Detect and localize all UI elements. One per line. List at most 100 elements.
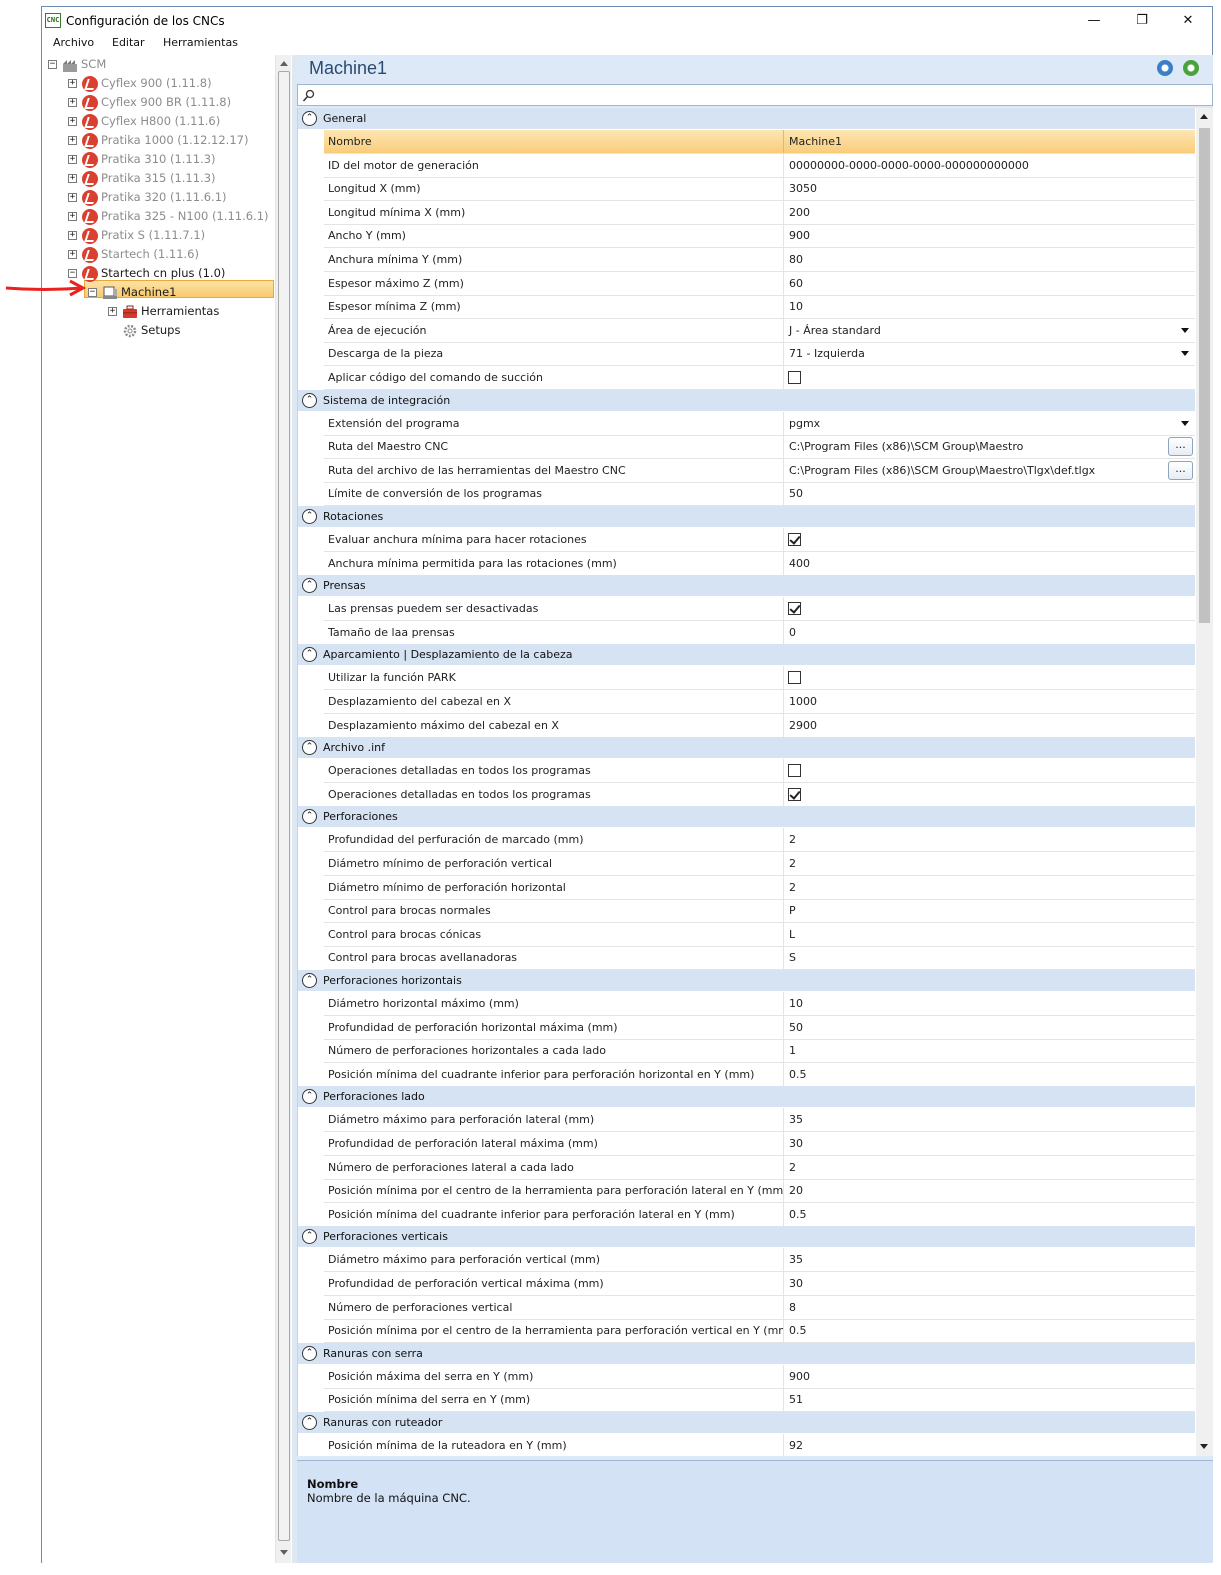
property-checkbox[interactable]: [788, 602, 801, 616]
property-row[interactable]: ID del motor de generación 00000000-0000-…: [324, 153, 1195, 178]
property-value[interactable]: 51: [783, 1388, 1195, 1412]
menu-archivo[interactable]: Archivo: [53, 36, 94, 49]
property-row[interactable]: Anchura mínima Y (mm) 80: [324, 248, 1195, 272]
property-value[interactable]: [783, 782, 1195, 806]
category-header[interactable]: ⌃ Perforaciones horizontais: [298, 970, 1195, 991]
property-row[interactable]: Ruta del Maestro CNC C:\Program Files (x8…: [324, 435, 1195, 460]
menu-editar[interactable]: Editar: [112, 36, 145, 49]
property-value[interactable]: 30: [783, 1272, 1195, 1295]
dropdown-arrow-icon[interactable]: [1181, 327, 1189, 333]
dropdown-arrow-icon[interactable]: [1181, 420, 1189, 426]
collapse-chevron-icon[interactable]: ⌃: [302, 578, 317, 594]
expand-toggle-icon[interactable]: +: [68, 117, 77, 126]
collapse-chevron-icon[interactable]: ⌃: [302, 740, 317, 756]
property-value[interactable]: 2900: [783, 713, 1195, 737]
property-value[interactable]: 10: [783, 992, 1195, 1015]
collapse-chevron-icon[interactable]: ⌃: [302, 1415, 317, 1430]
category-header[interactable]: ⌃ Aparcamiento | Desplazamiento de la cab…: [298, 644, 1195, 666]
property-value[interactable]: [783, 666, 1195, 690]
property-value[interactable]: 0.5: [783, 1062, 1195, 1086]
property-value[interactable]: P: [783, 899, 1195, 923]
property-row[interactable]: Las prensas puedem ser desactivadas: [324, 597, 1195, 622]
expand-toggle-icon[interactable]: +: [108, 307, 117, 316]
property-value[interactable]: 0.5: [783, 1202, 1195, 1226]
collapse-chevron-icon[interactable]: ⌃: [302, 392, 317, 408]
tree-item-herramientas[interactable]: + Herramientas: [42, 302, 274, 321]
collapse-chevron-icon[interactable]: ⌃: [302, 1345, 317, 1361]
tree-item-machine[interactable]: + Cyflex 900 (1.11.8): [42, 74, 274, 93]
menu-herramientas[interactable]: Herramientas: [163, 36, 238, 49]
property-value[interactable]: 10: [783, 295, 1195, 319]
tree-item-machine[interactable]: + Cyflex 900 BR (1.11.8): [42, 93, 274, 112]
property-row[interactable]: Descarga de la pieza 71 - Izquierda: [324, 342, 1195, 367]
property-row[interactable]: Profundidad de perforación lateral máxim…: [324, 1132, 1195, 1156]
expand-toggle-icon[interactable]: +: [68, 174, 77, 183]
expand-toggle-icon[interactable]: −: [88, 288, 97, 297]
property-value[interactable]: 200: [783, 200, 1195, 224]
maximize-button[interactable]: ❐: [1119, 7, 1165, 34]
property-value[interactable]: 80: [783, 248, 1195, 271]
property-checkbox[interactable]: [788, 764, 801, 778]
property-row[interactable]: Operaciones detalladas en todos los prog…: [324, 782, 1195, 807]
tree-item-machine[interactable]: + Pratika 1000 (1.12.12.17): [42, 131, 274, 150]
property-value[interactable]: 35: [783, 1248, 1195, 1272]
property-row[interactable]: Control para brocas normales P: [324, 899, 1195, 924]
property-value[interactable]: 50: [783, 1015, 1195, 1039]
grid-scroll-up-icon[interactable]: [1200, 114, 1208, 119]
tree-root-scm[interactable]: − SCM: [42, 55, 274, 74]
property-value[interactable]: 30: [783, 1132, 1195, 1155]
grid-scroll-thumb[interactable]: [1199, 128, 1210, 623]
tree-item-setups[interactable]: Setups: [42, 321, 274, 340]
collapse-chevron-icon[interactable]: ⌃: [302, 973, 317, 988]
property-row[interactable]: Operaciones detalladas en todos los prog…: [324, 759, 1195, 784]
grid-scrollbar[interactable]: [1196, 108, 1213, 1456]
property-row[interactable]: Tamaño de laa prensas 0: [324, 620, 1195, 645]
property-value[interactable]: Machine1: [783, 130, 1195, 153]
property-value[interactable]: 92: [783, 1434, 1195, 1456]
collapse-chevron-icon[interactable]: ⌃: [302, 647, 317, 663]
property-value[interactable]: J - Área standard: [783, 318, 1195, 342]
property-row[interactable]: Diámetro máximo para perforación vertica…: [324, 1248, 1195, 1273]
expand-toggle-icon[interactable]: −: [48, 60, 57, 69]
category-header[interactable]: ⌃ Perforaciones lado: [298, 1086, 1195, 1108]
property-value[interactable]: 900: [783, 224, 1195, 248]
property-value[interactable]: [783, 597, 1195, 621]
property-row[interactable]: Control para brocas avellanadoras S: [324, 946, 1195, 971]
property-value[interactable]: 1000: [783, 690, 1195, 713]
close-button[interactable]: ✕: [1165, 7, 1211, 34]
property-row[interactable]: Profundidad del perfuración de marcado (…: [324, 828, 1195, 853]
property-value[interactable]: pgmx: [783, 411, 1195, 435]
collapse-chevron-icon[interactable]: ⌃: [302, 1089, 317, 1105]
tree-item-machine[interactable]: + Pratix S (1.11.7.1): [42, 226, 274, 245]
property-value[interactable]: 1: [783, 1039, 1195, 1063]
property-row[interactable]: Diámetro mínimo de perforación vertical 2: [324, 852, 1195, 876]
property-row[interactable]: Posición mínima por el centro de la herr…: [324, 1319, 1195, 1344]
property-value[interactable]: 35: [783, 1108, 1195, 1132]
property-row[interactable]: Extensión del programa pgmx: [324, 411, 1195, 436]
property-row[interactable]: Profundidad de perforación vertical máxi…: [324, 1272, 1195, 1296]
property-value[interactable]: 60: [783, 271, 1195, 295]
settings-green-gear-icon[interactable]: [1183, 60, 1199, 76]
expand-toggle-icon[interactable]: +: [68, 250, 77, 259]
expand-toggle-icon[interactable]: −: [68, 269, 77, 278]
property-row[interactable]: Posición máxima del serra en Y (mm) 900: [324, 1364, 1195, 1389]
category-header[interactable]: ⌃ Ranuras con ruteador: [298, 1412, 1195, 1433]
expand-toggle-icon[interactable]: +: [68, 212, 77, 221]
property-row[interactable]: Desplazamiento máximo del cabezal en X 29…: [324, 713, 1195, 738]
property-checkbox[interactable]: [788, 787, 801, 801]
property-value[interactable]: 2: [783, 1155, 1195, 1179]
dropdown-arrow-icon[interactable]: [1181, 351, 1189, 357]
property-row[interactable]: Desplazamiento del cabezal en X 1000: [324, 690, 1195, 714]
tree-scrollbar[interactable]: [275, 55, 291, 1563]
tree-item-machine[interactable]: + Startech (1.11.6): [42, 245, 274, 264]
category-header[interactable]: ⌃ General: [298, 108, 1195, 129]
collapse-chevron-icon[interactable]: ⌃: [302, 809, 317, 825]
scroll-up-icon[interactable]: [280, 61, 288, 66]
property-row[interactable]: Posición mínima de la ruteadora en Y (mm…: [324, 1434, 1195, 1456]
tree-item-machine[interactable]: + Cyflex H800 (1.11.6): [42, 112, 274, 131]
property-value[interactable]: 00000000-0000-0000-0000-000000000000: [783, 153, 1195, 177]
collapse-chevron-icon[interactable]: ⌃: [302, 111, 317, 126]
property-checkbox[interactable]: [788, 533, 801, 546]
property-value[interactable]: 2: [783, 852, 1195, 875]
minimize-button[interactable]: —: [1071, 7, 1117, 34]
